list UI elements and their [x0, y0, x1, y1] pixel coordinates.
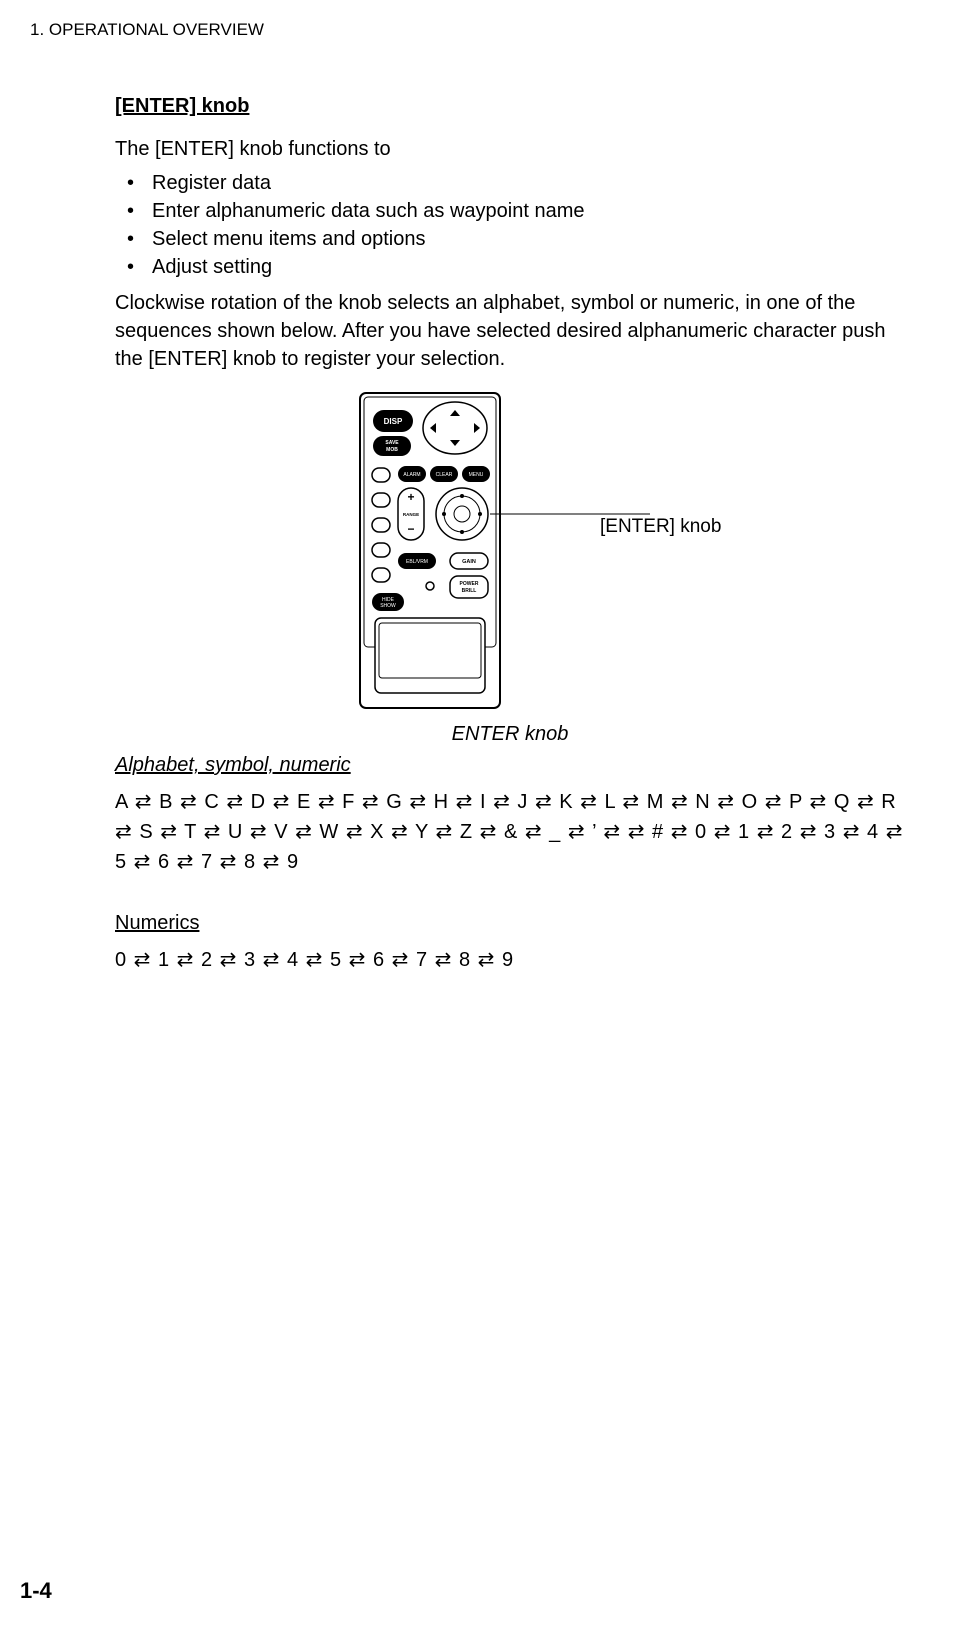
chapter-header: 1. OPERATIONAL OVERVIEW: [30, 20, 935, 40]
device-illustration: DISP SAVE MOB ALARM CLEAR: [350, 388, 670, 713]
bullet-item: Enter alphanumeric data such as waypoint…: [127, 197, 905, 225]
svg-text:MENU: MENU: [469, 472, 484, 478]
bullet-item: Adjust setting: [127, 253, 905, 281]
svg-text:BRILL: BRILL: [462, 588, 477, 594]
alphabet-sequence: A ⇄ B ⇄ C ⇄ D ⇄ E ⇄ F ⇄ G ⇄ H ⇄ I ⇄ J ⇄ …: [115, 787, 905, 877]
description-paragraph: Clockwise rotation of the knob selects a…: [115, 289, 905, 373]
svg-text:+: +: [407, 490, 414, 504]
bullet-item: Select menu items and options: [127, 225, 905, 253]
svg-text:CLEAR: CLEAR: [436, 472, 453, 478]
page-number: 1-4: [20, 1578, 52, 1604]
svg-text:EBL/VRM: EBL/VRM: [406, 559, 428, 565]
svg-text:RANGE: RANGE: [403, 512, 419, 517]
svg-text:SHOW: SHOW: [380, 603, 396, 609]
svg-text:MOB: MOB: [386, 447, 398, 453]
intro-text: The [ENTER] knob functions to: [115, 138, 905, 161]
alphabet-subheading: Alphabet, symbol, numeric: [115, 754, 905, 777]
numerics-subheading: Numerics: [115, 912, 905, 935]
svg-text:SAVE: SAVE: [385, 440, 399, 446]
section-title: [ENTER] knob: [115, 95, 905, 118]
svg-text:GAIN: GAIN: [462, 559, 476, 565]
figure-caption: ENTER knob: [115, 723, 905, 746]
main-content: [ENTER] knob The [ENTER] knob functions …: [30, 95, 935, 975]
svg-text:DISP: DISP: [384, 417, 403, 426]
svg-text:−: −: [407, 522, 414, 536]
svg-text:ALARM: ALARM: [403, 472, 420, 478]
bullet-list: Register data Enter alphanumeric data su…: [115, 169, 905, 281]
numerics-sequence: 0 ⇄ 1 ⇄ 2 ⇄ 3 ⇄ 4 ⇄ 5 ⇄ 6 ⇄ 7 ⇄ 8 ⇄ 9: [115, 945, 905, 975]
svg-text:POWER: POWER: [460, 581, 479, 587]
enter-knob-callout: [ENTER] knob: [600, 516, 721, 538]
figure-container: [ENTER] knob DISP SAVE MOB: [115, 388, 905, 718]
bullet-item: Register data: [127, 169, 905, 197]
